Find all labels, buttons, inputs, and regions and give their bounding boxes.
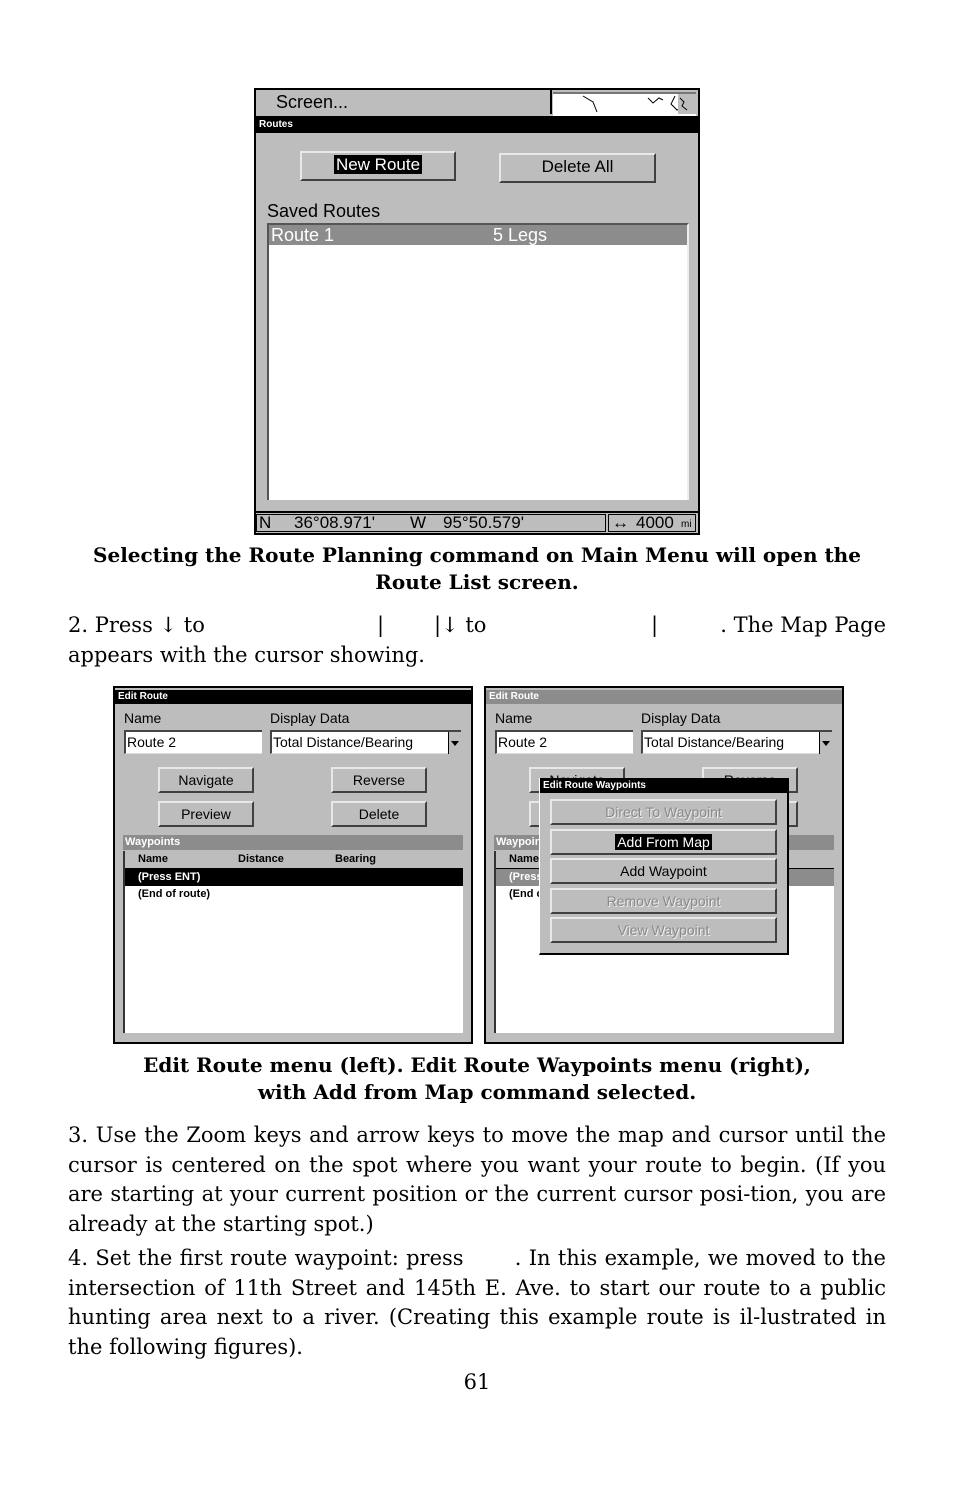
screen-menu-label: Screen... <box>276 92 349 112</box>
delete-all-button[interactable]: Delete All <box>499 153 656 183</box>
waypoint-row[interactable]: (End of route) <box>125 886 463 903</box>
edit-route-title: Edit Route <box>115 690 471 704</box>
name-label: Name <box>495 710 533 726</box>
route-row[interactable]: Route 1 5 Legs <box>269 225 687 245</box>
display-data-label: Display Data <box>270 710 350 726</box>
edit-route-title: Edit Route <box>486 690 842 704</box>
waypoints-list[interactable]: Name Distance Bearing (Press ENT) (End o… <box>123 851 463 1033</box>
name-label: Name <box>124 710 162 726</box>
display-data-label: Display Data <box>641 710 721 726</box>
view-waypoint-item[interactable]: View Waypoint <box>550 917 777 943</box>
figure-caption-1: Selecting the Route Planning command on … <box>93 543 861 594</box>
new-route-button[interactable]: New Route <box>300 151 456 181</box>
route-name-field[interactable]: Route 2 <box>124 730 262 754</box>
step-4-text: 4. Set the first route waypoint: press .… <box>68 1246 893 1359</box>
position-readout: N 36°08.971' W 95°50.579' <box>256 514 606 532</box>
page-number: 61 <box>463 1370 491 1394</box>
route-name-field[interactable]: Route 2 <box>495 730 633 754</box>
display-data-dropdown[interactable]: Total Distance/Bearing <box>270 730 461 754</box>
routes-title: Routes <box>256 116 698 133</box>
waypoints-header: Waypoints <box>123 835 463 850</box>
routes-screen: Screen... Routes New Route Delete All Sa… <box>254 88 700 535</box>
preview-button[interactable]: Preview <box>158 801 254 827</box>
add-from-map-item[interactable]: Add From Map <box>550 829 777 855</box>
reverse-button[interactable]: Reverse <box>331 767 427 793</box>
edit-route-screen-right: Edit Route Name Display Data Route 2 Tot… <box>484 686 844 1044</box>
popup-title: Edit Route Waypoints <box>540 778 787 793</box>
direct-to-waypoint-item[interactable]: Direct To Waypoint <box>550 799 777 825</box>
step-3-text: 3. Use the Zoom keys and arrow keys to m… <box>68 1123 886 1236</box>
route-legs: 5 Legs <box>493 225 548 245</box>
screen-menu[interactable]: Screen... <box>256 90 552 114</box>
add-waypoint-item[interactable]: Add Waypoint <box>550 858 777 884</box>
scale-arrow-icon: ↔ <box>612 513 629 532</box>
display-data-dropdown[interactable]: Total Distance/Bearing <box>641 730 832 754</box>
saved-routes-list[interactable]: Route 1 5 Legs <box>267 223 689 500</box>
map-thumbnail <box>553 92 696 116</box>
figure-caption-2: Edit Route menu (left). Edit Route Waypo… <box>143 1053 811 1104</box>
waypoint-row[interactable]: (Press ENT) <box>125 869 463 886</box>
step-2-text: 2. Press ↓ to | |↓ to | . The Map Page a… <box>68 613 886 667</box>
waypoints-columns: Name Distance Bearing <box>125 851 463 869</box>
edit-route-waypoints-menu: Edit Route Waypoints Direct To Waypoint … <box>539 778 789 955</box>
navigate-button[interactable]: Navigate <box>158 767 254 793</box>
delete-button[interactable]: Delete <box>331 801 427 827</box>
chevron-down-icon[interactable] <box>819 732 832 754</box>
zoom-scale: ↔ 4000 mi <box>608 514 696 532</box>
longitude: 95°50.579' <box>443 513 524 532</box>
saved-routes-label: Saved Routes <box>267 201 381 221</box>
latitude: 36°08.971' <box>294 513 375 532</box>
route-name: Route 1 <box>271 225 335 245</box>
edit-route-screen-left: Edit Route Name Display Data Route 2 Tot… <box>113 686 473 1044</box>
status-bar: N 36°08.971' W 95°50.579' ↔ 4000 mi <box>256 511 698 533</box>
remove-waypoint-item[interactable]: Remove Waypoint <box>550 888 777 914</box>
chevron-down-icon[interactable] <box>448 732 461 754</box>
